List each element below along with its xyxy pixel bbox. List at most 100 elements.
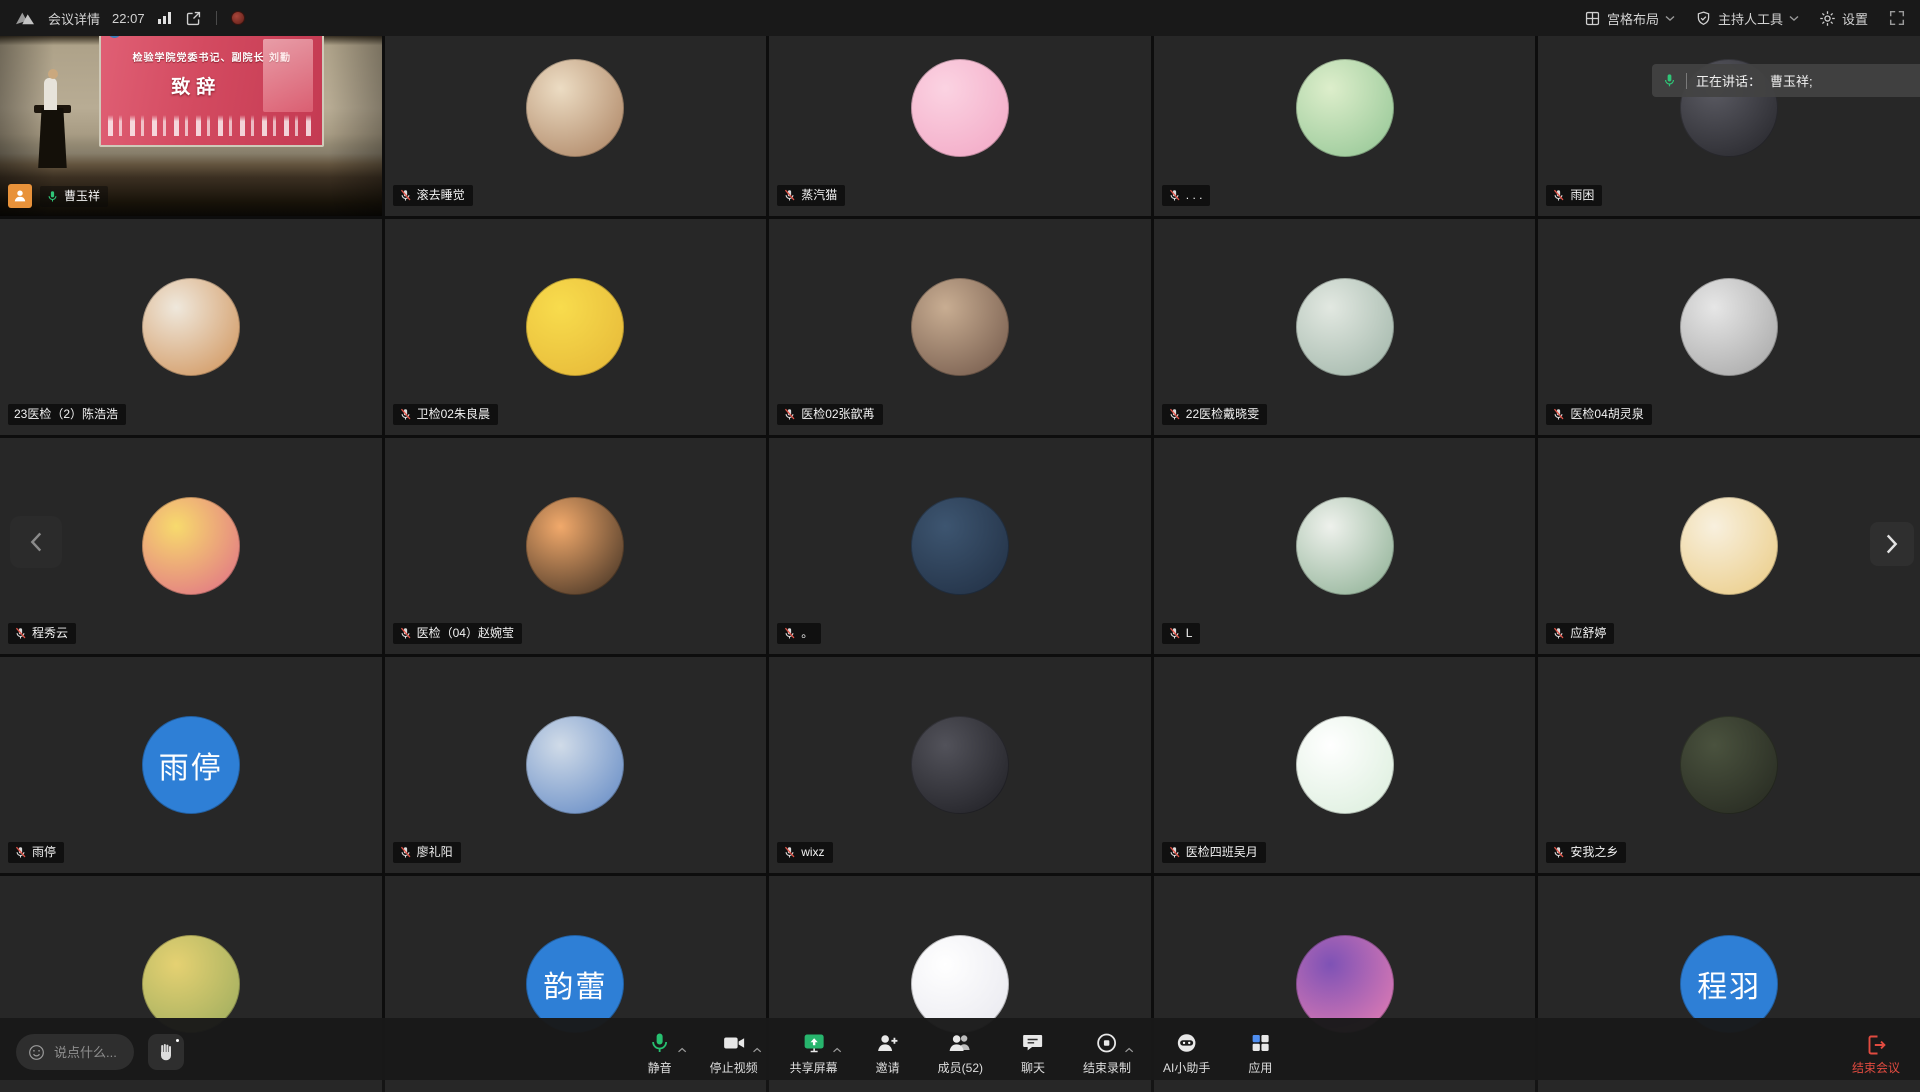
participant-tile[interactable]: 医检02张歆苒 <box>769 219 1151 435</box>
mic-muted-icon <box>783 846 796 859</box>
mic-muted-icon <box>783 189 796 202</box>
name-chip: 医检（04）赵婉莹 <box>393 623 522 644</box>
chevron-left-icon <box>28 531 44 553</box>
raise-hand-button[interactable] <box>148 1034 184 1070</box>
invite-button[interactable]: 邀请 <box>870 1029 906 1076</box>
name-chip: 22医检戴晓雯 <box>1162 404 1267 425</box>
name-chip: 医检02张歆苒 <box>777 404 882 425</box>
avatar <box>911 716 1009 814</box>
topbar: 会议详情 22:07 宫格布局 <box>0 0 1920 36</box>
participant-name: . . . <box>1186 188 1203 203</box>
participant-name: 。 <box>801 626 813 641</box>
name-chip: L <box>1162 623 1201 644</box>
speaking-banner: 正在讲话： 曹玉祥; <box>1652 64 1920 97</box>
ai-assistant-button[interactable]: AI小助手 <box>1163 1029 1210 1076</box>
layout-button[interactable]: 宫格布局 <box>1584 9 1675 28</box>
members-icon <box>947 1031 973 1055</box>
participant-tile[interactable]: 卫检02朱良晨 <box>385 219 767 435</box>
avatar <box>526 716 624 814</box>
chevron-up-icon[interactable] <box>832 1047 841 1053</box>
participant-tile[interactable]: 应舒婷 <box>1538 438 1920 654</box>
open-window-icon[interactable] <box>185 10 202 27</box>
participant-tile[interactable]: 。 <box>769 438 1151 654</box>
chat-icon <box>1021 1031 1045 1055</box>
next-page-button[interactable] <box>1870 522 1914 566</box>
name-chip: 医检四班吴月 <box>1162 842 1266 863</box>
stop-video-button[interactable]: 停止视频 <box>710 1029 758 1076</box>
mic-muted-icon <box>1552 627 1565 640</box>
participant-tile[interactable]: 医检（04）赵婉莹 <box>385 438 767 654</box>
host-badge <box>8 184 32 208</box>
participant-grid: 检验学院党委书记、副院长 刘勤 致辞 <box>0 0 1920 1080</box>
avatar <box>142 278 240 376</box>
avatar <box>1680 716 1778 814</box>
quick-chat-input[interactable] <box>52 1044 122 1061</box>
members-button[interactable]: 成员(52) <box>938 1029 983 1076</box>
participant-name: 医检四班吴月 <box>1186 845 1258 860</box>
mic-muted-icon <box>1168 408 1181 421</box>
participant-tile[interactable]: 廖礼阳 <box>385 657 767 873</box>
apps-button[interactable]: 应用 <box>1242 1029 1278 1076</box>
meeting-details-button[interactable]: 会议详情 <box>48 9 100 28</box>
avatar <box>142 497 240 595</box>
avatar <box>1296 497 1394 595</box>
meeting-window: 检验学院党委书记、副院长 刘勤 致辞 <box>0 0 1920 1080</box>
avatar <box>526 278 624 376</box>
name-chip: . . . <box>1162 185 1211 206</box>
participant-name: 蒸汽猫 <box>801 188 837 203</box>
mute-button[interactable]: 静音 <box>642 1029 678 1076</box>
name-chip: 卫检02朱良晨 <box>393 404 498 425</box>
participant-tile[interactable]: 23医检（2）陈浩浩 <box>0 219 382 435</box>
mic-muted-icon <box>399 627 412 640</box>
app-logo-icon <box>14 9 36 27</box>
chat-button[interactable]: 聊天 <box>1015 1029 1051 1076</box>
mic-muted-icon <box>1552 408 1565 421</box>
participant-tile[interactable]: 医检四班吴月 <box>1154 657 1536 873</box>
settings-button[interactable]: 设置 <box>1819 9 1868 28</box>
participant-tile[interactable]: 医检04胡灵泉 <box>1538 219 1920 435</box>
chevron-down-icon <box>1665 15 1675 22</box>
share-screen-button[interactable]: 共享屏幕 <box>790 1029 838 1076</box>
name-chip: 廖礼阳 <box>393 842 461 863</box>
end-meeting-button[interactable]: 结束会议 <box>1852 1033 1900 1076</box>
participant-tile[interactable]: 22医检戴晓雯 <box>1154 219 1536 435</box>
quick-chat-input-wrap[interactable] <box>16 1034 134 1070</box>
participant-tile[interactable]: L <box>1154 438 1536 654</box>
person-icon <box>12 188 28 204</box>
avatar <box>1296 716 1394 814</box>
participant-name: L <box>1186 626 1193 641</box>
participant-name: wixz <box>801 845 824 860</box>
name-chip: 蒸汽猫 <box>777 185 845 206</box>
leave-meeting-icon <box>1864 1033 1888 1057</box>
gear-icon <box>1819 10 1836 27</box>
participant-tile[interactable]: 雨停 雨停 <box>0 657 382 873</box>
participant-name: 廖礼阳 <box>417 845 453 860</box>
mic-muted-icon <box>399 408 412 421</box>
chevron-up-icon[interactable] <box>1125 1047 1134 1053</box>
host-tools-button[interactable]: 主持人工具 <box>1695 9 1799 28</box>
participant-tile[interactable]: wixz <box>769 657 1151 873</box>
chevron-up-icon[interactable] <box>752 1047 761 1053</box>
participant-name: 应舒婷 <box>1570 626 1606 641</box>
speaking-name: 曹玉祥; <box>1770 71 1813 90</box>
avatar <box>526 497 624 595</box>
prev-page-button[interactable] <box>10 516 62 568</box>
chevron-up-icon[interactable] <box>678 1047 687 1053</box>
participant-name: 医检02张歆苒 <box>801 407 874 422</box>
avatar <box>911 497 1009 595</box>
mic-muted-icon <box>1552 846 1565 859</box>
avatar <box>526 59 624 157</box>
emoji-icon[interactable] <box>28 1044 45 1061</box>
participant-tile[interactable]: 安我之乡 <box>1538 657 1920 873</box>
avatar <box>1680 497 1778 595</box>
mic-muted-icon <box>1168 627 1181 640</box>
mic-muted-icon <box>14 627 27 640</box>
network-signal-icon <box>157 11 173 25</box>
fullscreen-icon[interactable] <box>1888 9 1906 27</box>
stop-recording-button[interactable]: 结束录制 <box>1083 1029 1131 1076</box>
mic-muted-icon <box>1552 189 1565 202</box>
participant-name: 雨困 <box>1570 188 1594 203</box>
mic-on-icon <box>46 190 59 203</box>
avatar: 雨停 <box>142 716 240 814</box>
mic-muted-icon <box>14 846 27 859</box>
